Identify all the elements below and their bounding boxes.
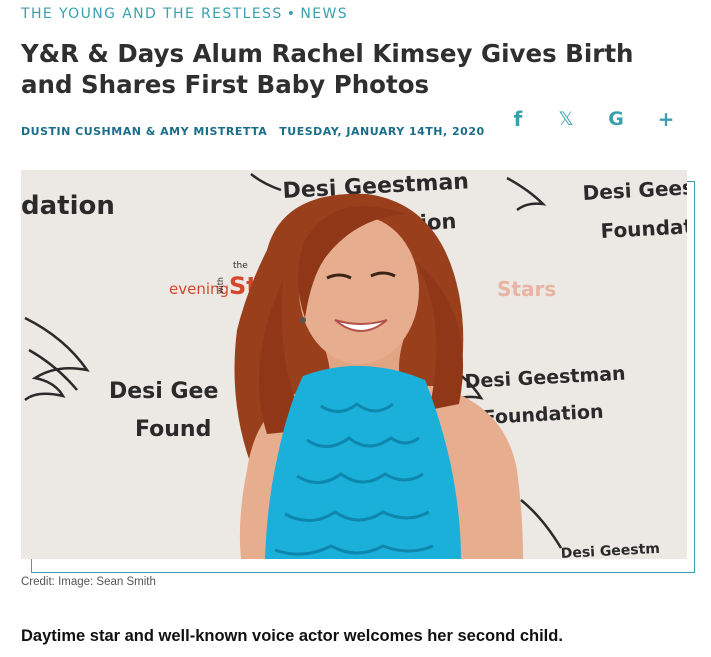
hero-photo-illustration: dation Desi Geestman Desi Gees Foundati …: [21, 170, 687, 559]
section-breadcrumb: THE YOUNG AND THE RESTLESS • NEWS: [21, 6, 348, 22]
backdrop-text: the: [233, 261, 248, 271]
share-bar: f 𝕏 G +: [500, 106, 690, 132]
author-names[interactable]: DUSTIN CUSHMAN & AMY MISTRETTA: [21, 125, 267, 138]
backdrop-text: Found: [135, 417, 211, 442]
section-link-secondary[interactable]: NEWS: [300, 6, 348, 22]
publish-date: TUESDAY, JANUARY 14TH, 2020: [279, 125, 485, 138]
article-dek: Daytime star and well-known voice actor …: [21, 627, 563, 645]
article-headline: Y&R & Days Alum Rachel Kimsey Gives Birt…: [21, 39, 634, 99]
backdrop-text: with: [216, 277, 225, 294]
more-share-icon[interactable]: +: [653, 106, 679, 132]
backdrop-text: Stars: [497, 277, 556, 301]
x-share-icon[interactable]: 𝕏: [553, 106, 579, 132]
image-credit: Credit: Image: Sean Smith: [21, 576, 156, 588]
google-share-icon[interactable]: G: [603, 106, 629, 132]
section-link-primary[interactable]: THE YOUNG AND THE RESTLESS: [21, 6, 283, 22]
byline: DUSTIN CUSHMAN & AMY MISTRETTA TUESDAY, J…: [21, 125, 485, 138]
breadcrumb-separator: •: [286, 6, 297, 22]
hero-image[interactable]: dation Desi Geestman Desi Gees Foundati …: [21, 170, 687, 559]
facebook-share-icon[interactable]: f: [505, 106, 531, 132]
backdrop-text: Desi Gee: [109, 379, 218, 404]
backdrop-text: dation: [21, 191, 115, 221]
backdrop-text: Foundati: [600, 214, 687, 243]
